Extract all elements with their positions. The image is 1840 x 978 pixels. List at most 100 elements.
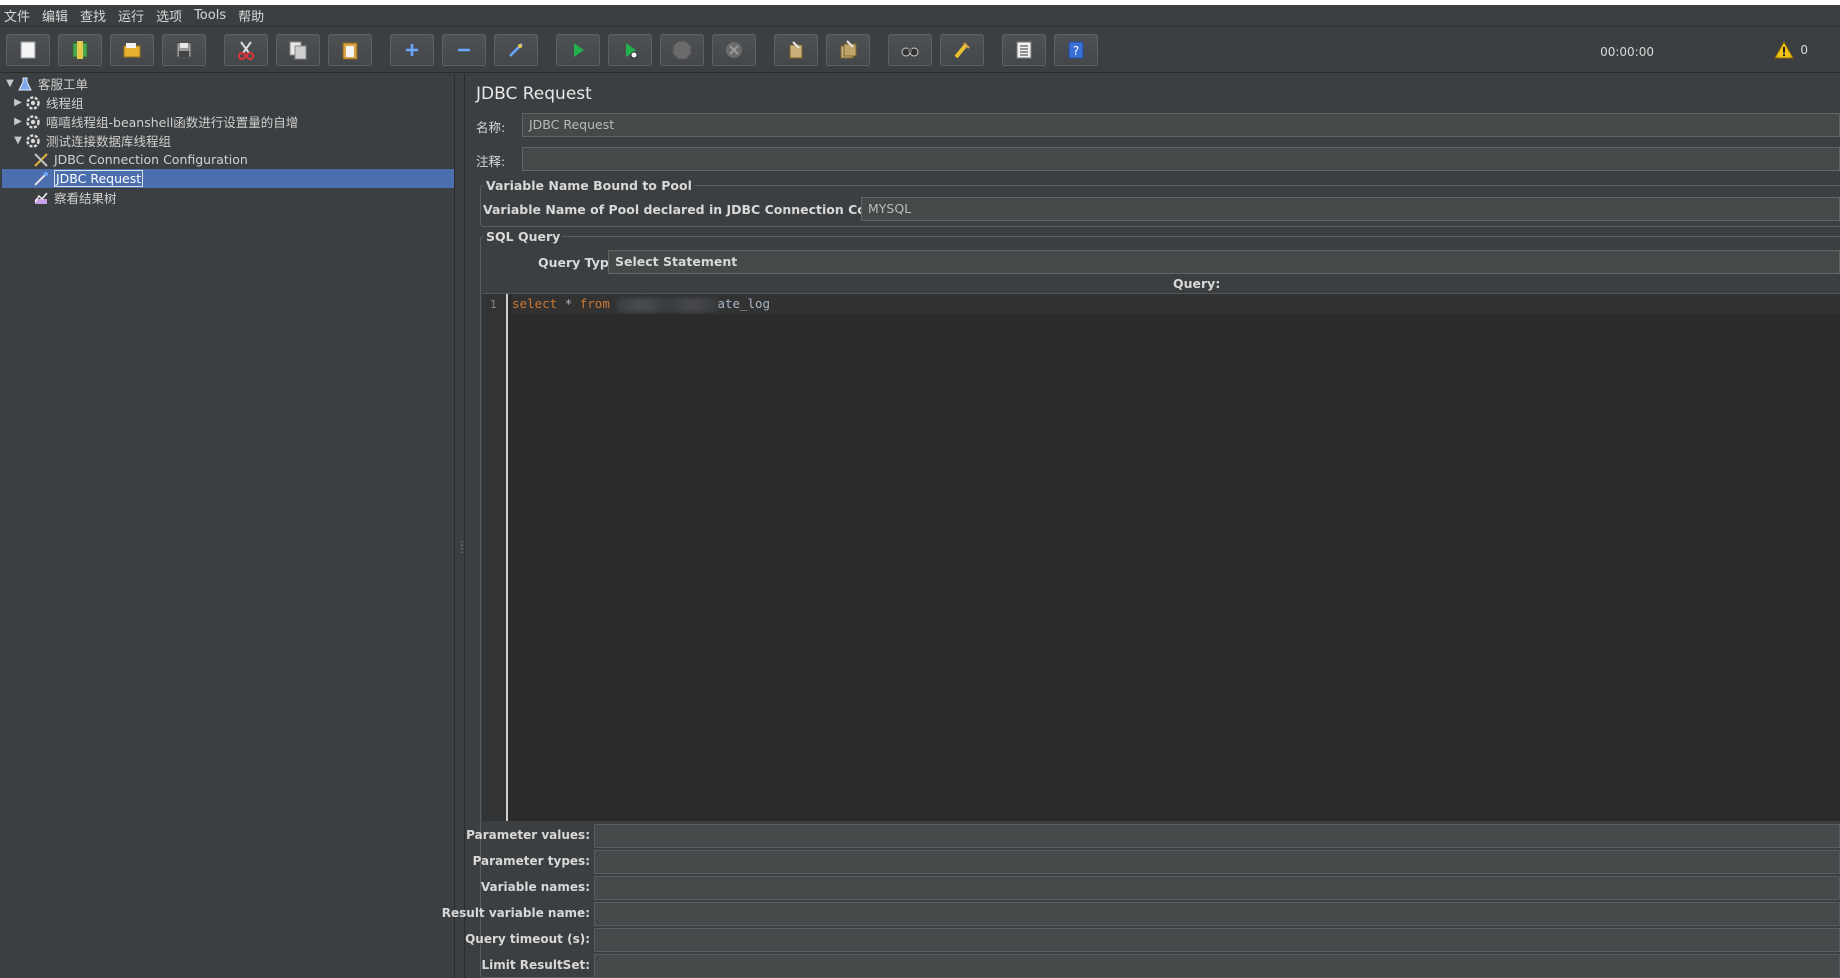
tree-toggle-right-icon[interactable]: ▶ (12, 97, 24, 108)
test-plan-icon (16, 75, 34, 93)
clear-icon (789, 41, 803, 59)
tree-item-label: 线程组 (46, 96, 84, 111)
parameter-types-row: Parameter types: (473, 850, 1840, 874)
menu-file[interactable]: 文件 (4, 6, 30, 25)
sql-keyword-select: select (512, 296, 558, 311)
parameter-types-field[interactable] (594, 850, 1840, 874)
open-button[interactable] (110, 34, 154, 66)
function-helper-icon (1016, 41, 1032, 59)
expand-all-button[interactable] (390, 34, 434, 66)
result-variable-name-field[interactable] (594, 902, 1840, 926)
function-helper-button[interactable] (1002, 34, 1046, 66)
open-icon (123, 43, 141, 58)
toolbar: ? 00:00:00 0 (0, 27, 1840, 73)
collapse-all-button[interactable] (442, 34, 486, 66)
query-editor[interactable]: 1 select * from ate_log (482, 293, 1840, 821)
new-button[interactable] (6, 34, 50, 66)
name-label: 名称: (476, 120, 506, 135)
tree-item-label: JDBC Connection Configuration (54, 152, 248, 167)
save-icon (176, 42, 192, 58)
jdbc-request-panel: JDBC Request 名称: JDBC Request 注释: Variab… (442, 74, 1840, 978)
thread-group-icon (24, 113, 42, 131)
page-title: JDBC Request (476, 84, 592, 104)
tree-item-label: 测试连接数据库线程组 (46, 134, 172, 149)
cut-button[interactable] (224, 34, 268, 66)
tree-item-jdbc-connection-config[interactable]: JDBC Connection Configuration (32, 150, 248, 169)
tree-item-label: 察看结果树 (54, 191, 117, 206)
query-timeout-row: Query timeout (s): (465, 928, 1840, 952)
reset-search-button[interactable] (940, 34, 984, 66)
expand-icon (406, 44, 418, 56)
templates-button[interactable] (58, 34, 102, 66)
pool-variable-field[interactable]: MYSQL (861, 197, 1840, 221)
tree-item-label: 嘻嘻线程组-beanshell函数进行设置量的自增 (46, 115, 299, 130)
name-field[interactable]: JDBC Request (522, 113, 1840, 137)
variable-names-field[interactable] (594, 876, 1840, 900)
tree-item-thread-group-3[interactable]: ▼ 测试连接数据库线程组 (12, 131, 171, 150)
clear-all-icon (840, 40, 857, 59)
thread-group-icon (24, 132, 42, 150)
warning-count: 0 (1800, 43, 1808, 57)
menu-tools[interactable]: Tools (194, 8, 226, 23)
collapse-icon (458, 48, 470, 52)
menu-options[interactable]: 选项 (156, 6, 182, 25)
sql-keyword-from: from (579, 296, 610, 311)
limit-resultset-field[interactable] (594, 954, 1840, 978)
paste-button[interactable] (328, 34, 372, 66)
menu-bar: 文件 编辑 查找 运行 选项 Tools 帮助 (0, 5, 1840, 27)
comment-field[interactable] (522, 147, 1840, 171)
pool-group-title: Variable Name Bound to Pool (484, 178, 694, 193)
menu-edit[interactable]: 编辑 (42, 6, 68, 25)
tree-item-view-results-tree[interactable]: 察看结果树 (32, 188, 117, 207)
query-timeout-field[interactable] (594, 928, 1840, 952)
tree-toggle-right-icon[interactable]: ▶ (12, 116, 24, 127)
menu-help[interactable]: 帮助 (238, 6, 264, 25)
clear-all-button[interactable] (826, 34, 870, 66)
tree-item-thread-group-1[interactable]: ▶ 线程组 (12, 93, 84, 112)
paste-icon (342, 42, 358, 60)
help-icon: ? (1068, 41, 1084, 59)
copy-icon (289, 41, 307, 60)
menu-search[interactable]: 查找 (80, 6, 106, 25)
toggle-icon (509, 43, 523, 57)
redacted-table-prefix (617, 297, 718, 312)
save-button[interactable] (162, 34, 206, 66)
tree-toggle-down-icon[interactable]: ▼ (12, 135, 24, 146)
variable-names-row: Variable names: (481, 876, 1840, 900)
shutdown-icon (726, 42, 742, 58)
limit-resultset-label: Limit ResultSet: (481, 958, 590, 972)
search-button[interactable] (888, 34, 932, 66)
parameter-values-row: Parameter values: (466, 824, 1840, 848)
thread-group-icon (24, 94, 42, 112)
tree-item-thread-group-2[interactable]: ▶ 嘻嘻线程组-beanshell函数进行设置量的自增 (12, 112, 298, 131)
sql-table-name: ate_log (717, 296, 771, 311)
splitter-grip-icon[interactable]: ⋮ ⋮ (457, 541, 467, 560)
listener-icon (32, 189, 50, 207)
start-no-pause-button[interactable] (608, 34, 652, 66)
menu-run[interactable]: 运行 (118, 6, 144, 25)
comment-label: 注释: (476, 154, 506, 169)
result-variable-name-row: Result variable name: (442, 902, 1840, 926)
templates-icon (72, 41, 88, 59)
clear-button[interactable] (774, 34, 818, 66)
parameter-values-field[interactable] (594, 824, 1840, 848)
start-button[interactable] (556, 34, 600, 66)
help-button[interactable]: ? (1054, 34, 1098, 66)
query-type-select[interactable]: Select Statement (608, 250, 1840, 274)
result-variable-name-label: Result variable name: (441, 906, 590, 920)
tree-item-jdbc-request[interactable]: JDBC Request (2, 169, 454, 188)
line-gutter: 1 (482, 294, 508, 821)
stop-button[interactable] (660, 34, 704, 66)
warning-indicator[interactable]: 0 (1774, 41, 1808, 59)
cut-icon (238, 41, 254, 60)
stop-icon (672, 40, 692, 60)
copy-button[interactable] (276, 34, 320, 66)
start-icon (574, 43, 584, 57)
tree-toggle-down-icon[interactable]: ▼ (4, 78, 16, 89)
sql-star: * (564, 296, 573, 311)
tree-item-test-plan[interactable]: ▼ 客服工单 (4, 74, 88, 93)
code-line-1[interactable]: select * from ate_log (512, 294, 1840, 314)
shutdown-button[interactable] (712, 34, 756, 66)
pane-splitter[interactable]: ⋮ ⋮ (456, 74, 467, 978)
toggle-button[interactable] (494, 34, 538, 66)
